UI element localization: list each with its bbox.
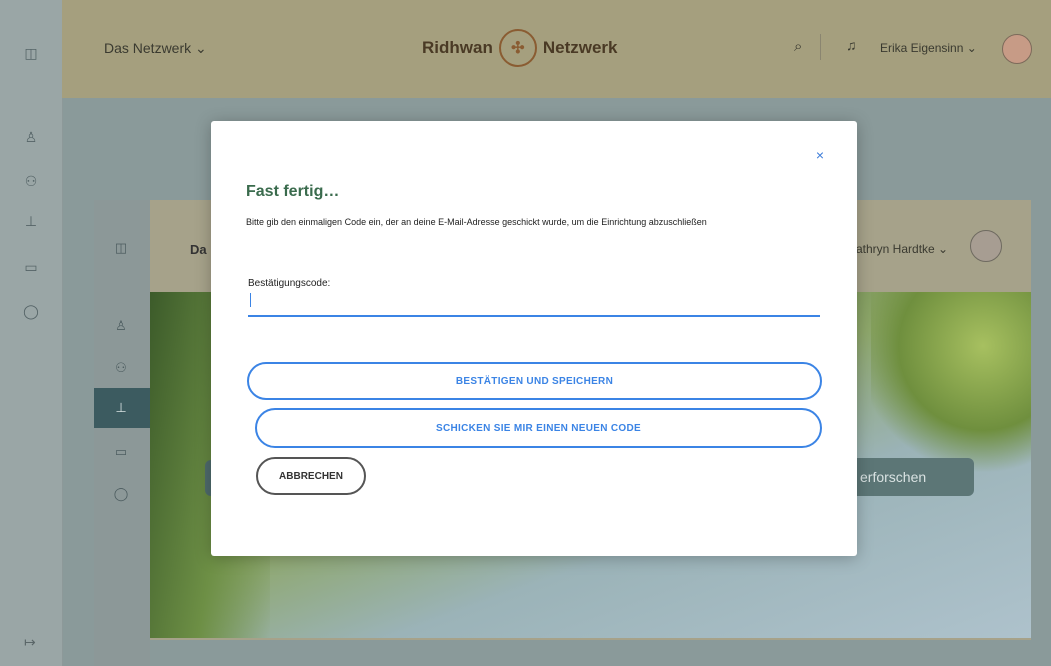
close-icon[interactable]: × (812, 147, 828, 163)
verification-code-input[interactable] (248, 289, 820, 317)
code-field-label: Bestätigungscode: (248, 278, 331, 289)
cancel-button[interactable]: ABBRECHEN (256, 457, 366, 495)
text-caret (250, 293, 251, 307)
confirm-save-button[interactable]: BESTÄTIGEN UND SPEICHERN (247, 362, 822, 400)
resend-code-button[interactable]: SCHICKEN SIE MIR EINEN NEUEN CODE (255, 408, 822, 448)
dialog-title: Fast fertig… (246, 183, 340, 200)
verification-dialog: × Fast fertig… Bitte gib den einmaligen … (211, 121, 857, 556)
dialog-description: Bitte gib den einmaligen Code ein, der a… (246, 217, 707, 227)
